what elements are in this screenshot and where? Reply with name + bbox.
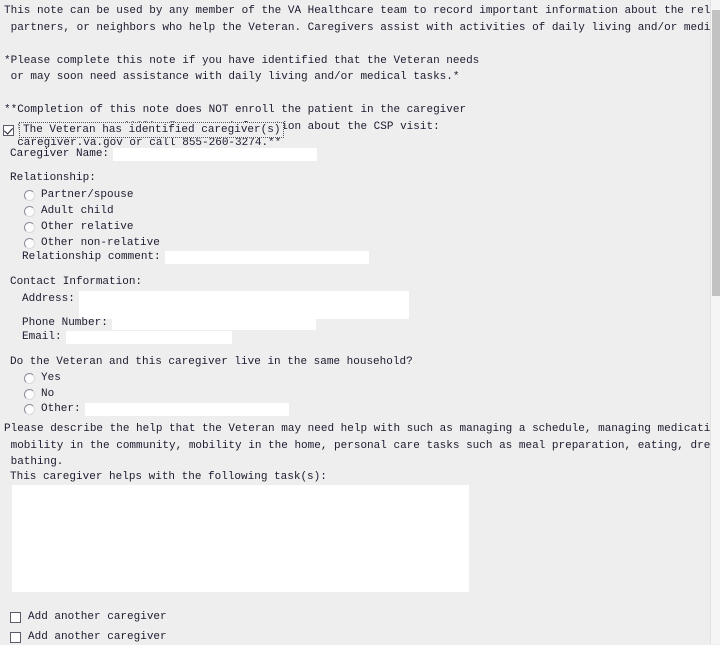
- add-another-caregiver-label[interactable]: Add another caregiver: [28, 629, 167, 645]
- add-another-caregiver-label[interactable]: Add another caregiver: [28, 609, 167, 625]
- caregiver-name-input[interactable]: [113, 147, 318, 161]
- radio-icon[interactable]: [24, 221, 35, 233]
- relationship-comment-row: Relationship comment:: [22, 249, 369, 265]
- household-option-label[interactable]: Other:: [41, 401, 81, 417]
- add-another-caregiver-checkbox[interactable]: [10, 611, 21, 623]
- intro-line-2: partners, or neighbors who help the Vete…: [4, 21, 720, 34]
- intro-line-3: *Please complete this note if you have i…: [4, 54, 480, 67]
- vertical-scrollbar[interactable]: [710, 0, 720, 644]
- tasks-label: This caregiver helps with the following …: [10, 471, 327, 483]
- caregiver-note-form: This note can be used by any member of t…: [0, 0, 720, 645]
- phone-number-input[interactable]: [111, 316, 316, 330]
- caregiver-name-row: Caregiver Name:: [10, 146, 318, 162]
- relationship-group: Relationship:: [10, 172, 96, 184]
- household-option-label[interactable]: Yes: [41, 370, 61, 386]
- contact-information-heading: Contact Information:: [10, 276, 143, 288]
- address-label: Address:: [22, 293, 75, 305]
- relationship-option-adult-child[interactable]: Adult child: [24, 203, 114, 219]
- describe-block: Please describe the help that the Vetera…: [4, 421, 720, 471]
- relationship-option-partner-spouse[interactable]: Partner/spouse: [24, 187, 133, 203]
- household-option-no[interactable]: No: [24, 386, 54, 402]
- identified-caregiver-checkbox[interactable]: [3, 124, 14, 136]
- describe-line-1: Please describe the help that the Vetera…: [4, 423, 720, 435]
- relationship-label: Relationship:: [10, 172, 96, 184]
- add-another-caregiver-row-2[interactable]: Add another caregiver: [10, 629, 167, 645]
- household-option-yes[interactable]: Yes: [24, 370, 61, 386]
- email-label: Email:: [22, 331, 62, 343]
- relationship-option-other-relative[interactable]: Other relative: [24, 219, 133, 235]
- household-other-input[interactable]: [84, 402, 289, 416]
- relationship-option-label[interactable]: Partner/spouse: [41, 187, 133, 203]
- radio-icon[interactable]: [24, 388, 35, 400]
- radio-icon[interactable]: [24, 237, 35, 249]
- household-option-label[interactable]: No: [41, 386, 54, 402]
- relationship-option-label[interactable]: Other relative: [41, 219, 133, 235]
- relationship-comment-label: Relationship comment:: [22, 251, 161, 263]
- intro-line-4: or may soon need assistance with daily l…: [4, 71, 460, 83]
- identified-caregiver-row[interactable]: The Veteran has identified caregiver(s): [3, 122, 285, 138]
- add-another-caregiver-checkbox[interactable]: [10, 631, 21, 643]
- tasks-textarea[interactable]: [12, 485, 469, 592]
- radio-icon[interactable]: [24, 403, 35, 415]
- radio-icon[interactable]: [24, 372, 35, 384]
- radio-icon[interactable]: [24, 189, 35, 201]
- relationship-comment-input[interactable]: [164, 250, 369, 264]
- add-another-caregiver-row-1[interactable]: Add another caregiver: [10, 609, 167, 625]
- describe-line-3: bathing.: [4, 456, 64, 468]
- email-input[interactable]: [65, 330, 232, 344]
- identified-caregiver-label[interactable]: The Veteran has identified caregiver(s): [19, 122, 285, 138]
- radio-icon[interactable]: [24, 205, 35, 217]
- intro-line-5: **Completion of this note does NOT enrol…: [4, 104, 467, 116]
- household-option-other[interactable]: Other:: [24, 401, 289, 417]
- email-row: Email:: [22, 329, 232, 345]
- vertical-scrollbar-thumb[interactable]: [712, 10, 720, 296]
- caregiver-name-label: Caregiver Name:: [10, 148, 110, 160]
- describe-line-2: mobility in the community, mobility in t…: [4, 439, 720, 452]
- intro-line-1: This note can be used by any member of t…: [4, 5, 720, 17]
- household-question: Do the Veteran and this caregiver live i…: [10, 356, 413, 368]
- relationship-option-label[interactable]: Adult child: [41, 203, 114, 219]
